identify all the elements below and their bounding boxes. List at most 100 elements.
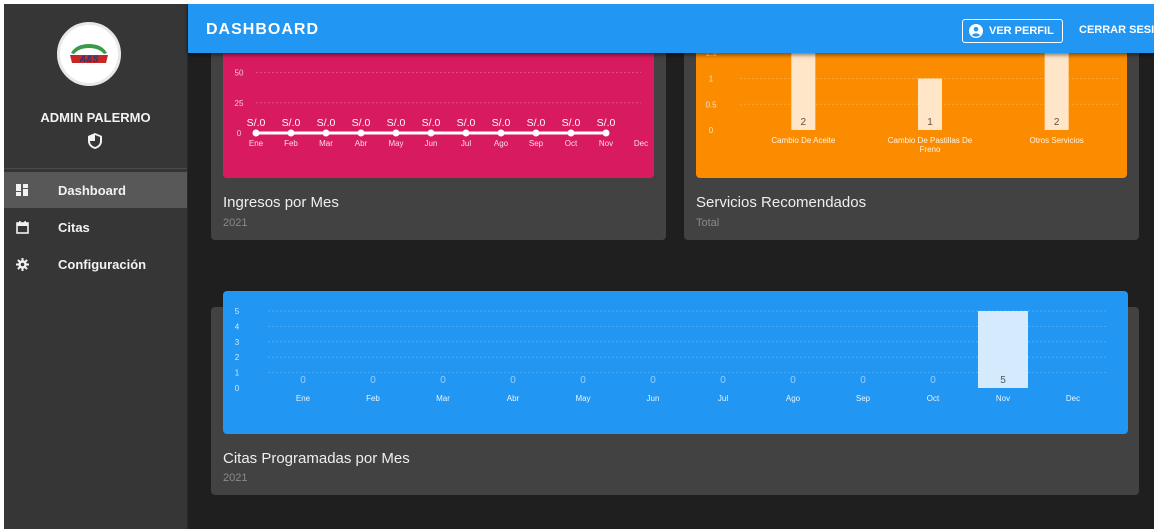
appointments-card-subtitle: 2021 bbox=[223, 472, 248, 484]
top-app-bar: DASHBOARD VER PERFIL CERRAR SESIÓN bbox=[188, 4, 1154, 53]
income-x-tick-label: Ene bbox=[249, 139, 264, 148]
appointments-x-tick-label: Jun bbox=[647, 394, 660, 403]
appointments-bar-value-label: 0 bbox=[860, 375, 866, 386]
appointments-x-tick-label: Ago bbox=[786, 394, 801, 403]
income-data-label: S/.0 bbox=[317, 117, 336, 129]
appointments-bar-value-label: 0 bbox=[930, 375, 936, 386]
services-card-subtitle: Total bbox=[696, 217, 720, 229]
appointments-bar-value-label: 0 bbox=[510, 375, 516, 386]
appointments-x-tick-label: Sep bbox=[856, 394, 871, 403]
appointments-bar-value-label: 0 bbox=[580, 375, 586, 386]
income-data-label: S/.0 bbox=[457, 117, 476, 129]
income-data-point bbox=[322, 129, 330, 137]
page-title: DASHBOARD bbox=[206, 21, 319, 38]
income-data-label: S/.0 bbox=[352, 117, 371, 129]
income-data-point bbox=[392, 129, 400, 137]
services-x-tick-label: Cambio De Pastillas De Freno bbox=[888, 136, 973, 154]
income-data-point bbox=[567, 129, 575, 137]
sidebar-divider bbox=[4, 168, 187, 169]
income-x-tick-label: Oct bbox=[565, 139, 578, 148]
services-x-tick-label: Cambio De Aceite bbox=[771, 136, 836, 145]
appointments-y-tick-label: 3 bbox=[235, 338, 240, 347]
user-name: ADMIN PALERMO bbox=[40, 110, 151, 125]
svg-text:A&S: A&S bbox=[78, 54, 98, 64]
appointments-bar-value-label: 0 bbox=[300, 375, 306, 386]
income-y-tick-label: 0 bbox=[237, 129, 242, 138]
income-data-point bbox=[357, 129, 365, 137]
appointments-y-tick-label: 1 bbox=[235, 369, 240, 378]
income-data-label: S/.0 bbox=[422, 117, 441, 129]
income-data-point bbox=[427, 129, 435, 137]
services-y-tick-label: 0.5 bbox=[705, 100, 717, 109]
appointments-x-tick-label: Oct bbox=[927, 394, 940, 403]
income-y-tick-label: 50 bbox=[235, 69, 244, 78]
services-y-tick-label: 1 bbox=[709, 75, 714, 84]
logout-button[interactable]: CERRAR SESIÓN bbox=[1079, 24, 1154, 36]
income-data-point bbox=[252, 129, 260, 137]
appointments-x-tick-label: Jul bbox=[718, 394, 728, 403]
income-data-label: S/.0 bbox=[492, 117, 511, 129]
services-card-title: Servicios Recomendados bbox=[696, 194, 867, 211]
income-card-title: Ingresos por Mes bbox=[223, 194, 339, 211]
company-logo: A&S bbox=[57, 22, 121, 86]
appointments-bar-value-label: 5 bbox=[1000, 375, 1006, 386]
income-x-tick-label: Mar bbox=[319, 139, 333, 148]
appointments-y-tick-label: 4 bbox=[235, 322, 240, 331]
income-data-label: S/.0 bbox=[282, 117, 301, 129]
appointments-bar-value-label: 0 bbox=[720, 375, 726, 386]
income-data-point bbox=[462, 129, 470, 137]
appointments-x-tick-label: Feb bbox=[366, 394, 380, 403]
income-x-tick-label: Ago bbox=[494, 139, 509, 148]
income-data-point bbox=[287, 129, 295, 137]
appointments-bar-value-label: 0 bbox=[370, 375, 376, 386]
app-window: A&S ADMIN PALERMO Dashboard Citas Config… bbox=[4, 4, 1154, 529]
income-card-subtitle: 2021 bbox=[223, 217, 248, 229]
income-data-label: S/.0 bbox=[527, 117, 546, 129]
services-bar-value-label: 1 bbox=[927, 117, 933, 128]
appointments-chart: 5 4 3 2 1 0 0 Ene 0 Feb 0 Mar 0 Abr 0 May 0 Jun 0 Jul 0 Ago 0 S… bbox=[223, 291, 1128, 434]
appointments-y-tick-label: 5 bbox=[235, 307, 240, 316]
sidebar-item-label: Citas bbox=[58, 219, 90, 235]
sidebar-item-citas[interactable]: Citas bbox=[4, 209, 187, 245]
appointments-bar-value-label: 0 bbox=[650, 375, 656, 386]
appointments-x-tick-label: Dec bbox=[1066, 394, 1080, 403]
gear-icon bbox=[15, 257, 29, 271]
appointments-x-tick-label: Mar bbox=[436, 394, 450, 403]
services-x-tick-label: Otros Servicios bbox=[1030, 136, 1084, 145]
appointments-card-title: Citas Programadas por Mes bbox=[223, 450, 410, 467]
income-x-tick-label: Abr bbox=[355, 139, 368, 148]
sidebar-item-dashboard[interactable]: Dashboard bbox=[4, 172, 187, 208]
income-y-tick-label: 25 bbox=[235, 99, 244, 108]
dashboard-icon bbox=[15, 183, 29, 197]
income-data-point bbox=[602, 129, 610, 137]
income-data-label: S/.0 bbox=[247, 117, 266, 129]
view-profile-button[interactable]: VER PERFIL bbox=[962, 19, 1063, 43]
income-x-tick-label: Dec bbox=[634, 139, 648, 148]
income-x-tick-label: Feb bbox=[284, 139, 298, 148]
appointments-x-tick-label: Abr bbox=[507, 394, 520, 403]
income-data-label: S/.0 bbox=[597, 117, 616, 129]
appointments-x-tick-label: Ene bbox=[296, 394, 311, 403]
income-x-tick-label: May bbox=[388, 139, 403, 148]
services-bar-value-label: 2 bbox=[801, 117, 807, 128]
income-data-point bbox=[497, 129, 505, 137]
income-data-point bbox=[532, 129, 540, 137]
sidebar: A&S ADMIN PALERMO Dashboard Citas Config… bbox=[4, 4, 188, 529]
appointments-bar-value-label: 0 bbox=[440, 375, 446, 386]
calendar-icon bbox=[15, 220, 29, 234]
appointments-y-tick-label: 0 bbox=[235, 384, 240, 393]
income-x-tick-label: Sep bbox=[529, 139, 544, 148]
sidebar-item-label: Dashboard bbox=[58, 182, 126, 198]
services-y-tick-label: 0 bbox=[709, 126, 714, 135]
appointments-x-tick-label: Nov bbox=[996, 394, 1010, 403]
income-data-label: S/.0 bbox=[562, 117, 581, 129]
sidebar-item-label: Configuración bbox=[58, 256, 147, 272]
sidebar-item-configuracion[interactable]: Configuración bbox=[4, 246, 187, 282]
view-profile-label: VER PERFIL bbox=[989, 25, 1054, 37]
income-x-tick-label: Jun bbox=[425, 139, 438, 148]
shield-icon bbox=[87, 132, 103, 150]
income-data-label: S/.0 bbox=[387, 117, 406, 129]
appointments-x-tick-label: May bbox=[575, 394, 590, 403]
income-x-tick-label: Jul bbox=[461, 139, 471, 148]
appointments-bar-value-label: 0 bbox=[790, 375, 796, 386]
